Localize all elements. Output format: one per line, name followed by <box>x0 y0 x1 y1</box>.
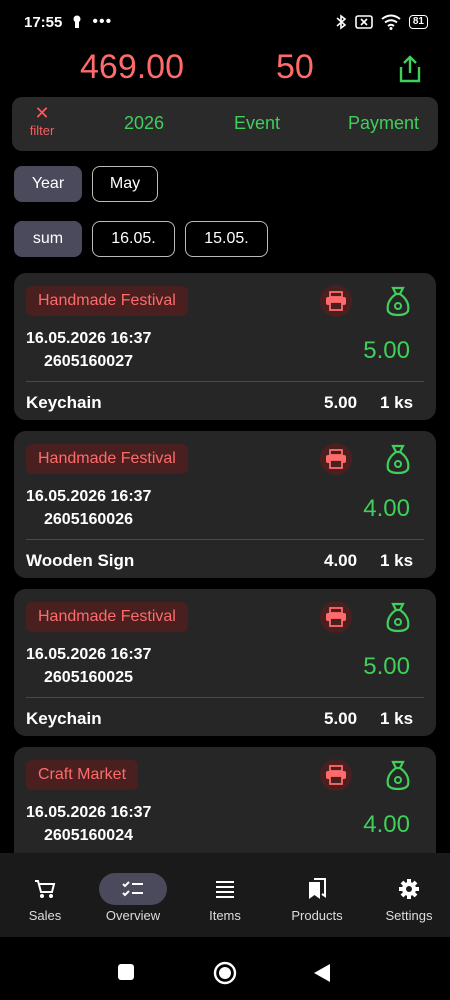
printer-icon[interactable] <box>320 759 352 791</box>
status-bar: 17:55 ••• 81 <box>0 0 450 44</box>
clear-filter-label: filter <box>29 123 55 138</box>
transaction-datetime: 16.05.2026 16:37 <box>26 330 152 347</box>
printer-icon[interactable] <box>320 601 352 633</box>
money-bag-icon[interactable] <box>384 285 412 317</box>
transaction-amount: 4.00 <box>363 495 410 522</box>
total-count: 50 <box>276 48 314 86</box>
money-bag-icon[interactable] <box>384 759 412 791</box>
event-tag: Handmade Festival <box>26 286 188 316</box>
transaction-number: 2605160026 <box>44 511 133 528</box>
bottom-navigation: Sales Overview Items Products Settings <box>0 853 450 937</box>
transaction-card[interactable]: Craft Market 16.05.2026 16:37 2605160024… <box>14 747 436 853</box>
filter-event[interactable]: Event <box>234 113 280 134</box>
nav-sales-label: Sales <box>28 908 62 923</box>
back-icon[interactable] <box>313 963 331 983</box>
status-time: 17:55 <box>24 13 63 31</box>
close-icon: ✕ <box>34 103 50 123</box>
chip-month[interactable]: May <box>92 166 158 202</box>
nav-products[interactable]: Products <box>272 853 362 937</box>
transaction-amount: 5.00 <box>363 653 410 680</box>
chip-sum[interactable]: sum <box>14 221 82 257</box>
divider <box>26 539 424 540</box>
nav-overview[interactable]: Overview <box>88 853 178 937</box>
money-bag-icon[interactable] <box>384 601 412 633</box>
transaction-datetime: 16.05.2026 16:37 <box>26 646 152 663</box>
recents-icon[interactable] <box>118 964 134 980</box>
transaction-number: 2605160027 <box>44 353 133 370</box>
system-navigation <box>0 937 450 1000</box>
share-icon[interactable] <box>396 54 424 84</box>
more-dots-icon: ••• <box>92 13 113 30</box>
transaction-number: 2605160025 <box>44 669 133 686</box>
transaction-amount: 4.00 <box>363 811 410 838</box>
nav-settings[interactable]: Settings <box>364 853 450 937</box>
clear-filter-button[interactable]: ✕ filter <box>22 103 62 138</box>
list-icon <box>191 873 259 905</box>
money-bag-icon[interactable] <box>384 443 412 475</box>
item-price: 5.00 <box>324 709 358 728</box>
transaction-card[interactable]: Handmade Festival 16.05.2026 16:37 26051… <box>14 589 436 736</box>
sim-off-icon <box>355 15 373 29</box>
transaction-card[interactable]: Handmade Festival 16.05.2026 16:37 26051… <box>14 273 436 420</box>
event-tag: Handmade Festival <box>26 602 188 632</box>
transaction-datetime: 16.05.2026 16:37 <box>26 488 152 505</box>
filter-bar: ✕ filter 2026 Event Payment <box>12 97 438 151</box>
printer-icon[interactable] <box>320 443 352 475</box>
gear-icon <box>375 873 443 905</box>
nav-overview-label: Overview <box>105 908 161 923</box>
chip-year[interactable]: Year <box>14 166 82 202</box>
totals-header: 469.00 50 <box>0 44 450 92</box>
item-name: Wooden Sign <box>26 551 135 570</box>
home-icon[interactable] <box>213 961 237 985</box>
divider <box>26 697 424 698</box>
chip-date-15[interactable]: 15.05. <box>185 221 268 257</box>
transaction-card[interactable]: Handmade Festival 16.05.2026 16:37 26051… <box>14 431 436 578</box>
item-quantity: 1 ks <box>380 551 414 570</box>
event-tag: Handmade Festival <box>26 444 188 474</box>
item-price: 4.00 <box>324 551 358 570</box>
divider <box>26 381 424 382</box>
bookmarks-icon <box>283 873 351 905</box>
item-quantity: 1 ks <box>380 393 414 412</box>
transaction-number: 2605160024 <box>44 827 133 844</box>
nav-products-label: Products <box>291 908 343 923</box>
keyhole-icon <box>73 15 81 28</box>
wifi-icon <box>381 14 401 30</box>
nav-settings-label: Settings <box>385 908 433 923</box>
bluetooth-icon <box>336 14 347 30</box>
printer-icon[interactable] <box>320 285 352 317</box>
transaction-list[interactable]: Handmade Festival 16.05.2026 16:37 26051… <box>14 273 436 853</box>
item-quantity: 1 ks <box>380 709 414 728</box>
chip-date-16[interactable]: 16.05. <box>92 221 175 257</box>
cart-icon <box>11 873 79 905</box>
transaction-amount: 5.00 <box>363 337 410 364</box>
transaction-datetime: 16.05.2026 16:37 <box>26 804 152 821</box>
total-amount: 469.00 <box>80 48 184 86</box>
nav-items-label: Items <box>209 908 241 923</box>
nav-sales[interactable]: Sales <box>0 853 90 937</box>
filter-payment[interactable]: Payment <box>348 113 419 134</box>
item-name: Keychain <box>26 393 102 412</box>
filter-year[interactable]: 2026 <box>124 113 164 134</box>
item-price: 5.00 <box>324 393 358 412</box>
item-name: Keychain <box>26 709 102 728</box>
event-tag: Craft Market <box>26 760 139 790</box>
checklist-icon <box>99 873 167 905</box>
battery-icon: 81 <box>408 15 428 29</box>
nav-items[interactable]: Items <box>180 853 270 937</box>
